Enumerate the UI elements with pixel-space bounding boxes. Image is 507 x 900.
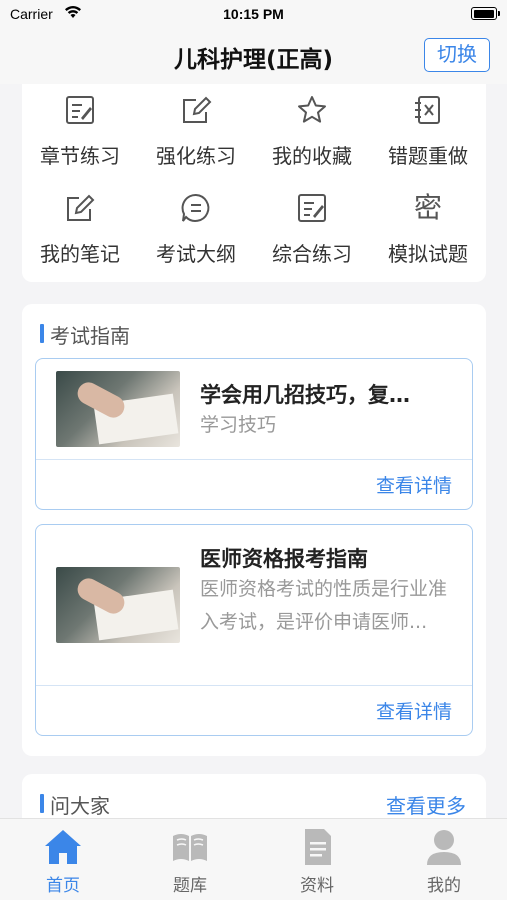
grid-item-exam-syllabus[interactable]: 考试大纲 [138,192,254,282]
grid-item-label: 模拟试题 [388,242,468,266]
divider [36,459,472,460]
status-bar: Carrier 10:15 PM [0,0,507,28]
document-icon [305,829,331,865]
article-thumbnail [56,567,180,643]
mi-character-icon: 密 [413,191,442,224]
home-icon [45,830,81,864]
article-card[interactable]: 学会用几招技巧，复… 学习技巧 查看详情 [35,358,473,510]
article-subtitle: 医师资格考试的性质是行业准入考试，是评价申请医师... [200,578,448,633]
feature-grid: 章节练习 强化练习 我的收藏 错题重做 我的笔记 考试大纲 综合练习 密 模拟试 [22,84,486,282]
divider [36,685,472,686]
grid-item-mock-exam[interactable]: 密 模拟试题 [370,192,486,282]
book-icon [173,834,207,861]
edit-list-icon [66,96,94,124]
view-details-link[interactable]: 查看详情 [376,471,452,498]
grid-item-wrong-redo[interactable]: 错题重做 [370,94,486,184]
tab-question-bank[interactable]: 题库 [127,819,253,900]
status-time: 10:15 PM [223,6,284,22]
tab-label: 我的 [427,876,461,896]
exam-guide-section: 考试指南 学会用几招技巧，复… 学习技巧 查看详情 医师资格报考指南 医师资格考… [22,304,486,756]
grid-item-my-notes[interactable]: 我的笔记 [22,192,138,282]
battery-fill [473,9,494,18]
pencil-square-icon [183,96,212,123]
grid-item-favorites[interactable]: 我的收藏 [254,94,370,184]
grid-item-chapter-practice[interactable]: 章节练习 [22,94,138,184]
ask-everyone-section: 问大家 查看更多 [22,774,486,818]
edit-list-icon [298,194,326,222]
article-card[interactable]: 医师资格报考指南 医师资格考试的性质是行业准入考试，是评价申请医师... 查看详… [35,524,473,736]
grid-item-intensive-practice[interactable]: 强化练习 [138,94,254,184]
article-thumbnail [56,371,180,447]
battery-icon [471,7,500,20]
view-details-link[interactable]: 查看详情 [376,697,452,724]
tab-materials[interactable]: 资料 [254,819,380,900]
note-pencil-icon [67,194,95,221]
grid-item-label: 我的收藏 [272,144,352,168]
section-title: 问大家 [40,790,110,818]
grid-item-label: 章节练习 [40,144,120,168]
tab-bar: 首页 题库 资料 我的 [0,818,507,900]
switch-button[interactable]: 切换 [424,38,490,72]
wrong-answer-icon [415,96,440,124]
grid-item-label: 综合练习 [272,242,352,266]
main-scroll[interactable]: 章节练习 强化练习 我的收藏 错题重做 我的笔记 考试大纲 综合练习 密 模拟试 [0,84,507,818]
see-more-link[interactable]: 查看更多 [386,790,466,818]
star-icon [298,96,326,123]
grid-item-comprehensive-practice[interactable]: 综合练习 [254,192,370,282]
tab-label: 资料 [300,876,334,896]
tab-home[interactable]: 首页 [0,819,126,900]
grid-item-label: 我的笔记 [40,242,120,266]
tab-label: 题库 [173,876,207,896]
article-title: 医师资格报考指南 [200,547,368,571]
grid-item-label: 强化练习 [156,144,236,168]
article-title: 学会用几招技巧，复… [200,383,410,407]
grid-item-label: 考试大纲 [156,242,236,266]
chat-bubble-icon [181,193,210,222]
section-title: 考试指南 [40,320,130,349]
nav-bar: 儿科护理(正高) 切换 [0,28,507,84]
tab-mine[interactable]: 我的 [381,819,507,900]
article-subtitle: 学习技巧 [200,414,277,436]
user-icon [427,830,461,865]
tab-label: 首页 [46,876,80,896]
grid-item-label: 错题重做 [388,144,468,168]
